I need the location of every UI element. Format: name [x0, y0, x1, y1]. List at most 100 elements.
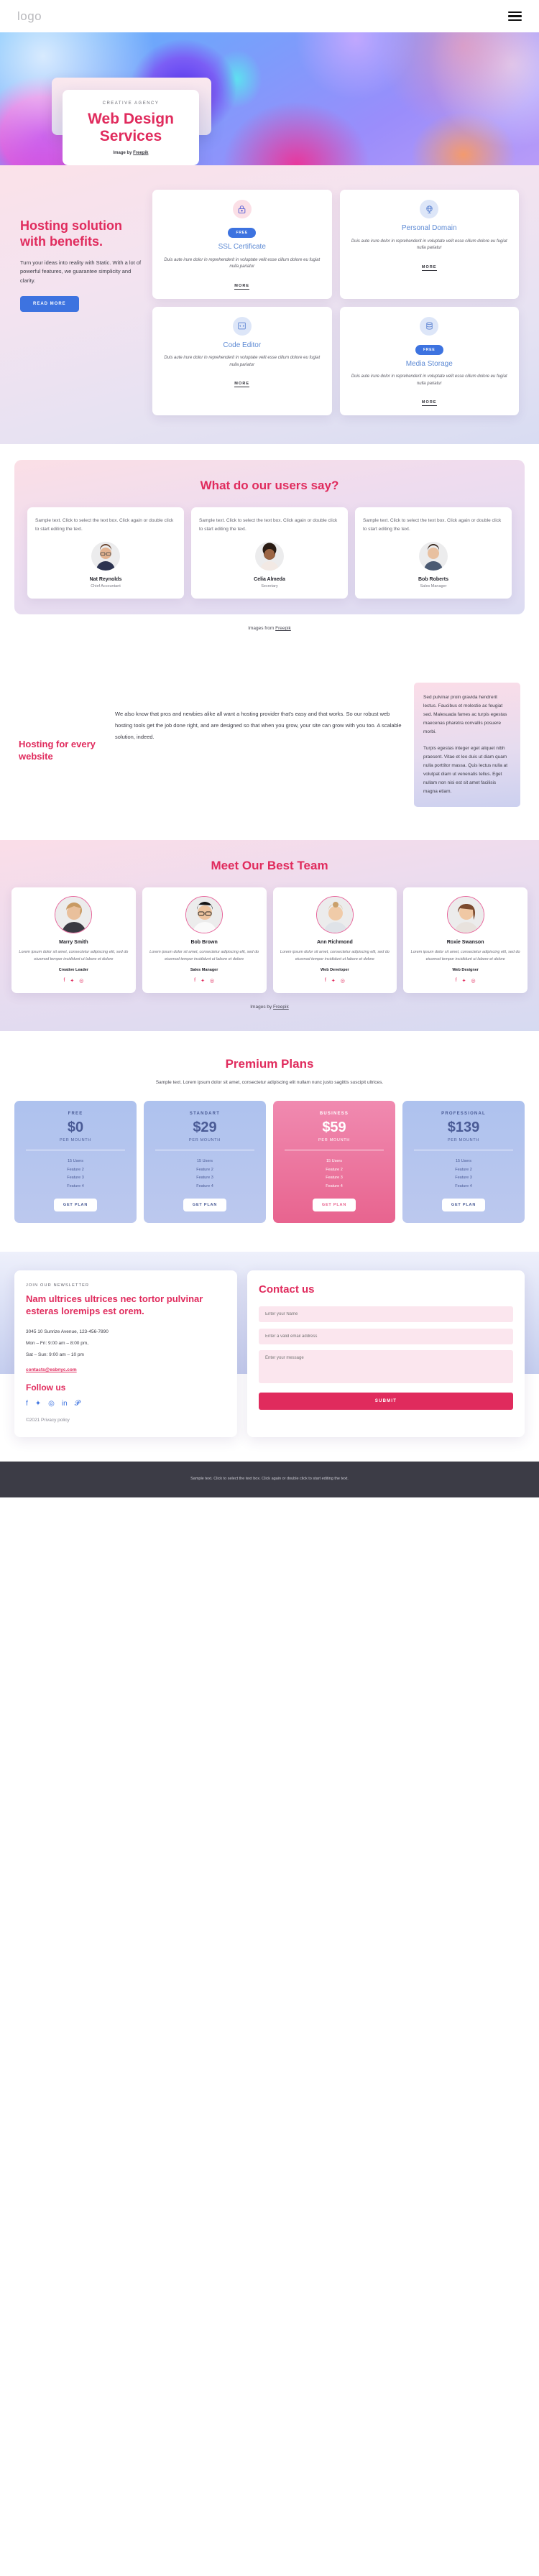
testimonial-card[interactable]: Sample text. Click to select the text bo…: [27, 507, 184, 599]
bottom-bar-text: Sample text. Click to select the text bo…: [190, 1477, 349, 1481]
testimonials-credit: Images from Freepik: [0, 626, 539, 631]
hamburger-menu-icon[interactable]: [508, 11, 522, 22]
instagram-icon[interactable]: ◎: [471, 978, 475, 984]
feature-card-code-editor[interactable]: Code Editor Duis aute irure dolor in rep…: [152, 306, 332, 416]
twitter-icon[interactable]: ✦: [35, 1400, 41, 1408]
get-plan-button[interactable]: GET PLAN: [441, 1199, 486, 1212]
pricing-section: Premium Plans Sample text. Lorem ipsum d…: [0, 1030, 539, 1252]
newsletter-eyebrow: JOIN OUR NEWSLETTER: [26, 1283, 90, 1288]
plan-price: $0: [67, 1120, 84, 1136]
team-member-card[interactable]: Bob Brown Lorem ipsum dolor sit amet, co…: [142, 887, 267, 993]
plan-feature: Feature 3: [196, 1176, 213, 1181]
instagram-icon[interactable]: ◎: [341, 978, 345, 984]
plan-card-professional[interactable]: PROFESSIONAL $139 PER MOUNTH 15 Users Fe…: [402, 1101, 525, 1224]
plan-feature: 15 Users: [455, 1159, 471, 1164]
hero-credit-prefix: Image by: [113, 151, 134, 156]
twitter-icon[interactable]: ✦: [70, 978, 74, 984]
testimonial-role: Secretary: [261, 584, 278, 589]
avatar: [315, 896, 354, 934]
team-member-social: f ✦ ◎: [149, 978, 260, 984]
pricing-title: Premium Plans: [225, 1056, 314, 1071]
hosting-title: Hosting solution with benefits.: [20, 218, 122, 249]
plan-grid: FREE $0 PER MOUNTH 15 Users Feature 2 Fe…: [14, 1101, 525, 1224]
team-member-role: Web Developer: [321, 967, 349, 972]
instagram-icon[interactable]: ◎: [79, 978, 83, 984]
bottom-bar: Sample text. Click to select the text bo…: [0, 1462, 539, 1497]
message-input[interactable]: [259, 1350, 513, 1384]
every-website-title: Hosting for every website: [19, 739, 96, 762]
feature-more-link[interactable]: MORE: [234, 284, 250, 290]
plan-name: FREE: [68, 1112, 83, 1117]
get-plan-button[interactable]: GET PLAN: [53, 1199, 98, 1212]
testimonial-text: Sample text. Click to select the text bo…: [363, 518, 502, 532]
team-member-card[interactable]: Roxie Swanson Lorem ipsum dolor sit amet…: [403, 887, 528, 993]
plan-feature: 15 Users: [67, 1159, 83, 1164]
team-member-name: Ann Richmond: [316, 940, 353, 946]
team-member-desc: Lorem ipsum dolor sit amet, consectetur …: [149, 950, 259, 961]
get-plan-button[interactable]: GET PLAN: [312, 1199, 356, 1212]
page-root: logo CREATIVE AGENCY Web Design Services…: [0, 0, 539, 1497]
plan-card-standart[interactable]: STANDART $29 PER MOUNTH 15 Users Feature…: [144, 1101, 266, 1224]
every-website-section: Hosting for every website We also know t…: [0, 652, 539, 841]
credit-link[interactable]: Freepik: [273, 1005, 289, 1010]
feature-more-link[interactable]: MORE: [421, 265, 437, 271]
team-member-card[interactable]: Marry Smith Lorem ipsum dolor sit amet, …: [11, 887, 136, 993]
pinterest-icon[interactable]: 𝓟: [75, 1400, 80, 1408]
facebook-icon[interactable]: f: [194, 978, 195, 984]
every-website-side-panel: Sed pulvinar proin gravida hendrerit lec…: [414, 683, 520, 808]
plan-period: PER MOUNTH: [318, 1138, 350, 1143]
plan-name: BUSINESS: [319, 1112, 349, 1117]
plan-feature: Feature 3: [455, 1176, 472, 1181]
twitter-icon[interactable]: ✦: [462, 978, 466, 984]
testimonial-card[interactable]: Sample text. Click to select the text bo…: [355, 507, 512, 599]
plan-price: $139: [447, 1120, 480, 1136]
testimonial-name: Celia Almeda: [254, 577, 285, 583]
team-member-role: Web Designer: [452, 967, 479, 972]
contact-card: Contact us SUBMIT: [247, 1270, 525, 1437]
submit-button[interactable]: SUBMIT: [259, 1393, 513, 1411]
facebook-icon[interactable]: f: [63, 978, 65, 984]
testimonial-text: Sample text. Click to select the text bo…: [199, 518, 338, 532]
feature-more-link[interactable]: MORE: [234, 382, 250, 388]
linkedin-icon[interactable]: in: [62, 1400, 68, 1408]
team-title: Meet Our Best Team: [211, 859, 328, 873]
footer-hours-weekend: Sat – Sun: 9:00 am – 10 pm: [26, 1352, 84, 1357]
side-paragraph-2: Turpis egestas integer eget aliquet nibh…: [423, 746, 508, 795]
get-plan-button[interactable]: GET PLAN: [183, 1199, 227, 1212]
feature-card-ssl[interactable]: FREE SSL Certificate Duis aute irure dol…: [152, 190, 332, 299]
instagram-icon[interactable]: ◎: [48, 1400, 55, 1408]
testimonial-card[interactable]: Sample text. Click to select the text bo…: [191, 507, 348, 599]
plan-card-business[interactable]: BUSINESS $59 PER MOUNTH 15 Users Feature…: [273, 1101, 395, 1224]
credit-link[interactable]: Freepik: [275, 626, 291, 631]
instagram-icon[interactable]: ◎: [210, 978, 214, 984]
twitter-icon[interactable]: ✦: [331, 978, 336, 984]
feature-card-media-storage[interactable]: FREE Media Storage Duis aute irure dolor…: [339, 306, 519, 416]
hero-credit-link[interactable]: Freepik: [133, 151, 148, 155]
footer-hours-weekday: Mon – Fri: 9:00 am – 8:00 pm,: [26, 1341, 89, 1346]
team-grid: Marry Smith Lorem ipsum dolor sit amet, …: [11, 887, 528, 993]
facebook-icon[interactable]: f: [456, 978, 457, 984]
feature-card-grid: FREE SSL Certificate Duis aute irure dol…: [152, 190, 519, 416]
feature-more-link[interactable]: MORE: [421, 400, 437, 407]
side-paragraph-1: Sed pulvinar proin gravida hendrerit lec…: [423, 695, 507, 735]
feature-description: Duis aute irure dolor in reprehenderit i…: [164, 356, 321, 367]
team-member-card[interactable]: Ann Richmond Lorem ipsum dolor sit amet,…: [272, 887, 397, 993]
facebook-icon[interactable]: f: [26, 1400, 28, 1408]
plan-card-free[interactable]: FREE $0 PER MOUNTH 15 Users Feature 2 Fe…: [14, 1101, 137, 1224]
name-input[interactable]: [259, 1306, 513, 1323]
read-more-button[interactable]: READ MORE: [20, 296, 79, 313]
facebook-icon[interactable]: f: [325, 978, 326, 984]
team-member-desc: Lorem ipsum dolor sit amet, consectetur …: [19, 950, 129, 961]
email-input[interactable]: [259, 1329, 513, 1345]
team-member-desc: Lorem ipsum dolor sit amet, consectetur …: [410, 950, 520, 961]
footer-email-link[interactable]: contacts@esbnyc.com: [26, 1367, 77, 1372]
feature-card-personal-domain[interactable]: Personal Domain Duis aute irure dolor in…: [339, 190, 519, 299]
plan-period: PER MOUNTH: [448, 1138, 479, 1143]
avatar: [446, 896, 484, 934]
badge-free: FREE: [228, 228, 257, 238]
hero-eyebrow: CREATIVE AGENCY: [102, 101, 160, 106]
testimonials-panel: What do our users say? Sample text. Clic…: [14, 460, 525, 615]
site-logo[interactable]: logo: [17, 9, 42, 24]
follow-us-title: Follow us: [26, 1382, 66, 1393]
twitter-icon[interactable]: ✦: [201, 978, 205, 984]
